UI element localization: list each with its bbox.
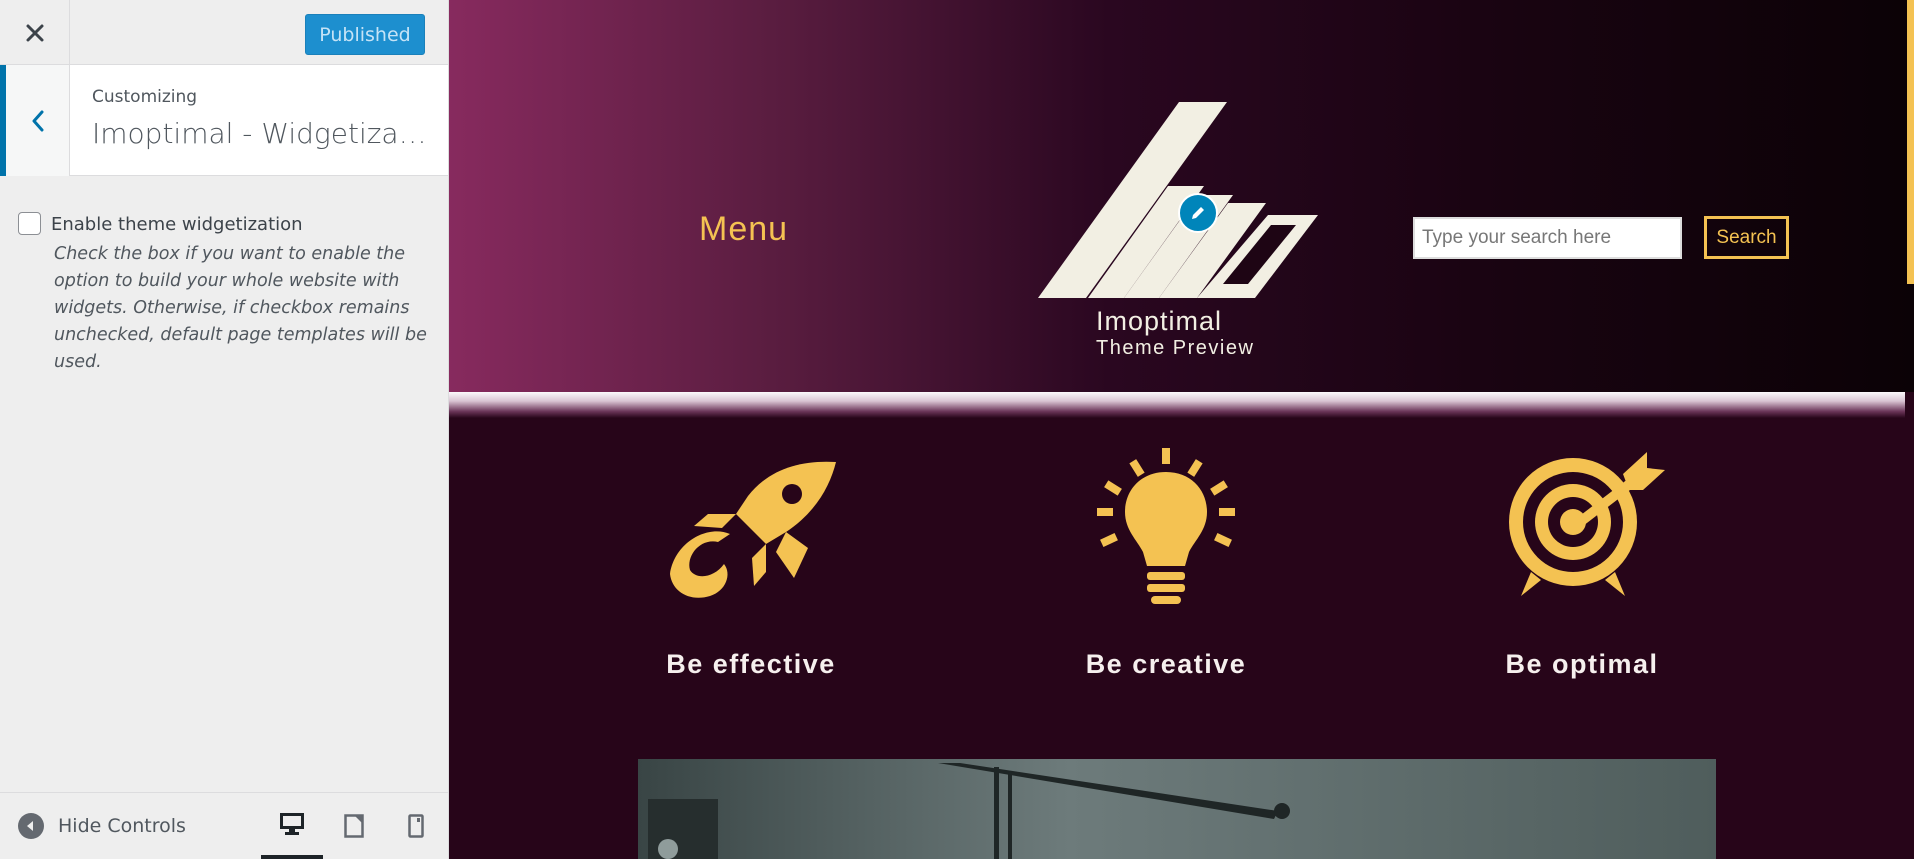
feature-title: Be effective (666, 649, 836, 679)
customizer-header-actions: Published (0, 0, 448, 65)
enable-widgetization-label[interactable]: Enable theme widgetization (51, 214, 303, 235)
chevron-left-icon (32, 110, 43, 131)
enable-widgetization-checkbox[interactable] (18, 212, 41, 235)
feature-title: Be optimal (1505, 649, 1659, 679)
pencil-icon (1192, 207, 1204, 219)
feature-optimal: Be optimal (1422, 446, 1722, 686)
rocket-icon (670, 461, 836, 598)
preview-tablet-button[interactable] (323, 793, 385, 859)
feature-title: Be creative (1085, 649, 1247, 679)
hero-image (638, 759, 1716, 859)
widgetization-description: Check the box if you want to enable the … (54, 244, 427, 372)
site-logo[interactable] (1038, 100, 1318, 300)
preview-mobile-button[interactable] (385, 793, 447, 859)
mobile-icon (408, 814, 424, 838)
desktop-icon (280, 813, 304, 835)
publish-button[interactable]: Published (305, 14, 425, 55)
search-input[interactable] (1413, 217, 1682, 259)
menu-toggle[interactable]: Menu (699, 210, 788, 249)
customizer-footer: Hide Controls (0, 792, 448, 859)
hide-controls-label: Hide Controls (58, 815, 186, 837)
tablet-icon (344, 814, 364, 838)
site-title[interactable]: Imoptimal (1096, 306, 1222, 337)
close-customizer-button[interactable] (0, 0, 70, 65)
feature-creative: Be creative (1006, 446, 1306, 686)
target-icon (1509, 452, 1665, 596)
customizing-label: Customizing (92, 87, 198, 107)
section-title: Imoptimal - Widgetization (92, 117, 437, 150)
site-header: Menu Imoptimal Theme Preview Search (449, 0, 1914, 392)
lightbulb-icon (1097, 448, 1235, 604)
preview-desktop-button[interactable] (261, 793, 323, 859)
edit-shortcut-button[interactable] (1178, 193, 1218, 233)
section-header: Customizing Imoptimal - Widgetization (0, 65, 448, 176)
search-button[interactable]: Search (1704, 216, 1789, 259)
feature-effective: Be effective (591, 446, 891, 686)
site-preview: Menu Imoptimal Theme Preview Search (449, 0, 1914, 859)
customizer-sidebar: Published Customizing Imoptimal - Widget… (0, 0, 449, 859)
scroll-indicator (1907, 0, 1914, 284)
back-button[interactable] (0, 65, 70, 176)
crane-photo (638, 759, 1716, 859)
close-icon (26, 24, 43, 41)
hide-controls-button[interactable]: Hide Controls (18, 793, 186, 859)
header-divider (449, 392, 1905, 418)
site-tagline: Theme Preview (1096, 337, 1255, 359)
collapse-arrow-icon (18, 813, 44, 839)
